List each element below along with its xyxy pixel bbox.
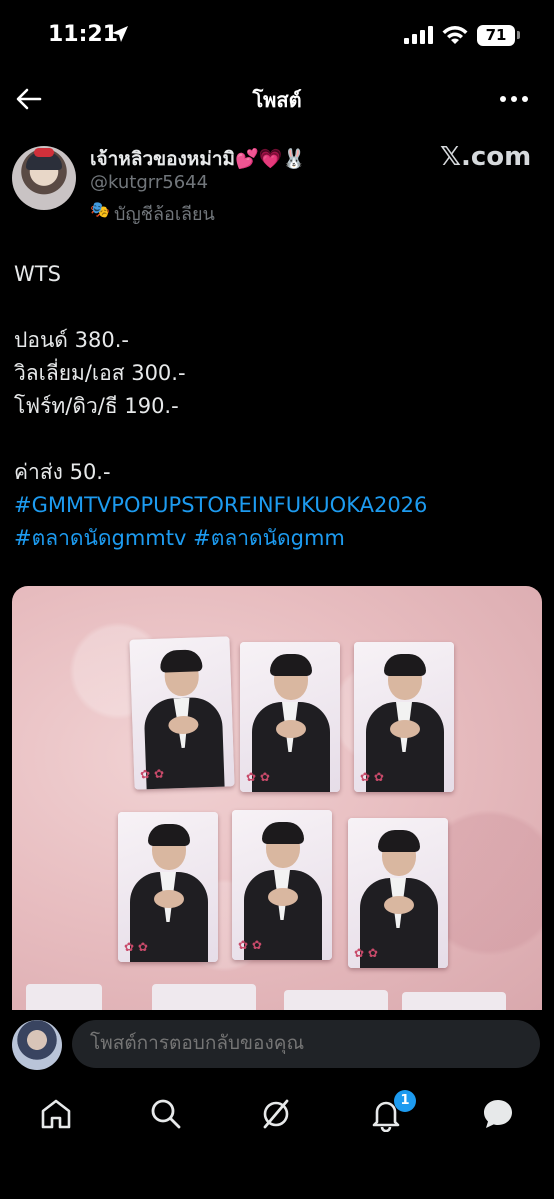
post-text: WTS ปอนด์ 380.- วิลเลี่ยม/เอส 300.- โฟร์…: [14, 258, 544, 555]
my-avatar[interactable]: [12, 1020, 62, 1070]
post-line: ค่าส่ง 50.-: [14, 460, 111, 484]
avatar-bow: [34, 148, 54, 157]
photocard-edge: [26, 984, 102, 1010]
reply-bar: [0, 1012, 554, 1082]
hashtag-link[interactable]: #GMMTVPOPUPSTOREINFUKUOKA2026: [14, 493, 427, 517]
photocard-edge: [284, 990, 388, 1010]
hashtag-link[interactable]: #ตลาดนัดgmmtv: [14, 526, 186, 550]
search-icon[interactable]: [148, 1096, 184, 1132]
messages-bubble-icon[interactable]: [480, 1096, 516, 1132]
reply-input[interactable]: [72, 1020, 540, 1068]
post-line: วิลเลี่ยม/เอส 300.-: [14, 361, 186, 385]
photocard: ✿ ✿: [232, 810, 332, 960]
battery-tip: [517, 31, 520, 39]
photocard: ✿ ✿: [348, 818, 448, 968]
photocard-edge: [152, 984, 256, 1010]
photocard: ✿ ✿: [129, 636, 235, 790]
status-time: 11:21: [48, 22, 119, 47]
photocard-edge: [402, 992, 506, 1010]
author-name[interactable]: เจ้าหลิวของหม่ามิ💕💗🐰: [90, 144, 306, 174]
cellular-signal-icon: [404, 26, 433, 44]
more-options-icon[interactable]: [498, 84, 530, 114]
parody-mask-icon: 🎭: [90, 200, 110, 219]
photocard: ✿ ✿: [240, 642, 340, 792]
hashtag-link[interactable]: #ตลาดนัดgmm: [193, 526, 345, 550]
photocard: ✿ ✿: [118, 812, 218, 962]
x-com-watermark: 𝕏.com: [440, 142, 532, 172]
battery-indicator: 71: [477, 25, 515, 46]
post-line: [14, 423, 544, 456]
bottom-tab-bar: 1: [0, 1082, 554, 1199]
post-line: [14, 291, 544, 324]
post-media-image[interactable]: ✿ ✿ ✿ ✿ ✿ ✿ ✿ ✿ ✿ ✿ ✿ ✿: [12, 586, 542, 1010]
post-author: เจ้าหลิวของหม่ามิ💕💗🐰 @kutgrr5644 🎭 บัญชี…: [0, 140, 554, 230]
post-line: โฟร์ท/ดิว/ธี 190.-: [14, 394, 179, 418]
page-title: โพสต์: [252, 88, 302, 112]
post-line: WTS: [14, 262, 61, 286]
post-line: ปอนด์ 380.-: [14, 328, 129, 352]
photocard: ✿ ✿: [354, 642, 454, 792]
home-icon[interactable]: [38, 1096, 74, 1132]
status-bar: 11:21 71: [0, 0, 554, 72]
grok-icon[interactable]: [258, 1096, 294, 1132]
nav-header: โพสต์: [0, 72, 554, 124]
location-arrow-icon: [112, 26, 128, 42]
notification-badge: 1: [394, 1090, 416, 1112]
author-handle[interactable]: @kutgrr5644: [90, 172, 208, 193]
parody-label: บัญชีล้อเลียน: [114, 204, 215, 225]
author-avatar[interactable]: [12, 146, 76, 210]
wifi-icon: [442, 26, 468, 44]
